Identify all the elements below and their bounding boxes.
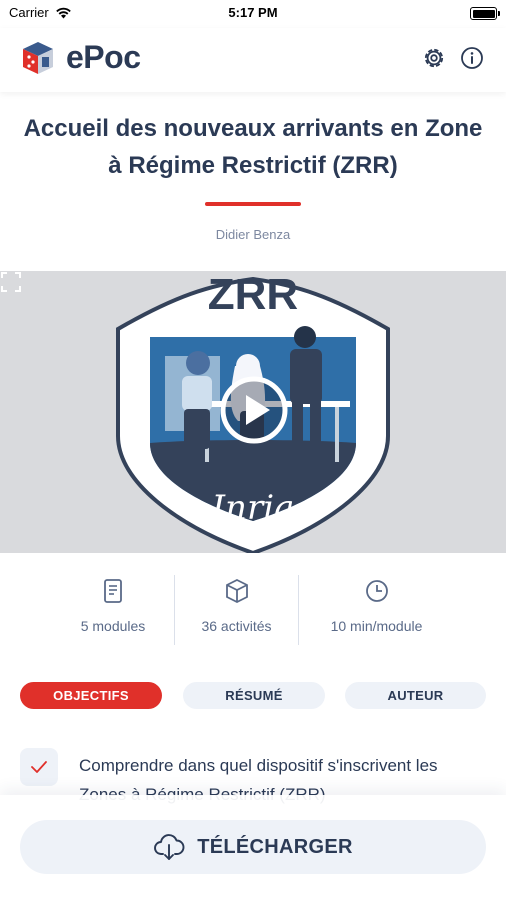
stat-label: 36 activités bbox=[201, 618, 272, 634]
status-time: 5:17 PM bbox=[228, 5, 278, 20]
tab-auteur[interactable]: AUTEUR bbox=[345, 682, 486, 709]
brand-text: Inria bbox=[211, 488, 295, 528]
play-button[interactable] bbox=[219, 375, 289, 445]
settings-icon[interactable] bbox=[421, 45, 447, 71]
course-title: Accueil des nouveaux arrivants en Zone à… bbox=[23, 115, 483, 179]
bottom-bar: TÉLÉCHARGER bbox=[0, 795, 506, 900]
objective-check bbox=[20, 748, 58, 786]
stat-activities: 36 activités bbox=[174, 575, 298, 645]
status-bar: Carrier 5:17 PM bbox=[0, 0, 506, 28]
zrr-badge-text: ZRR bbox=[208, 271, 298, 319]
download-label: TÉLÉCHARGER bbox=[197, 835, 353, 858]
battery-icon bbox=[470, 7, 500, 20]
stat-label: 10 min/module bbox=[330, 618, 423, 634]
tab-resume[interactable]: RÉSUMÉ bbox=[183, 682, 325, 709]
info-tabs: OBJECTIFS RÉSUMÉ AUTEUR bbox=[20, 682, 486, 709]
stat-label: 5 modules bbox=[80, 618, 146, 634]
stat-modules: 5 modules bbox=[52, 575, 174, 645]
video-player[interactable]: ZRR Inria bbox=[0, 271, 506, 553]
app-header: ePoc bbox=[0, 28, 506, 92]
download-button[interactable]: TÉLÉCHARGER bbox=[20, 820, 486, 874]
epoc-logo-icon bbox=[23, 42, 53, 74]
course-author: Didier Benza bbox=[215, 227, 291, 242]
course-stats: 5 modules 36 activités 10 min/module bbox=[52, 575, 454, 645]
cube-icon bbox=[225, 578, 248, 604]
clock-icon bbox=[365, 580, 388, 602]
fullscreen-icon[interactable] bbox=[0, 271, 22, 293]
app-name: ePoc bbox=[66, 39, 141, 75]
title-underline bbox=[205, 202, 301, 206]
stat-duration: 10 min/module bbox=[298, 575, 454, 645]
document-icon bbox=[104, 579, 122, 603]
cloud-download-icon bbox=[154, 834, 185, 860]
check-icon bbox=[31, 761, 47, 773]
info-icon[interactable] bbox=[459, 45, 485, 71]
tab-objectifs[interactable]: OBJECTIFS bbox=[20, 682, 162, 709]
